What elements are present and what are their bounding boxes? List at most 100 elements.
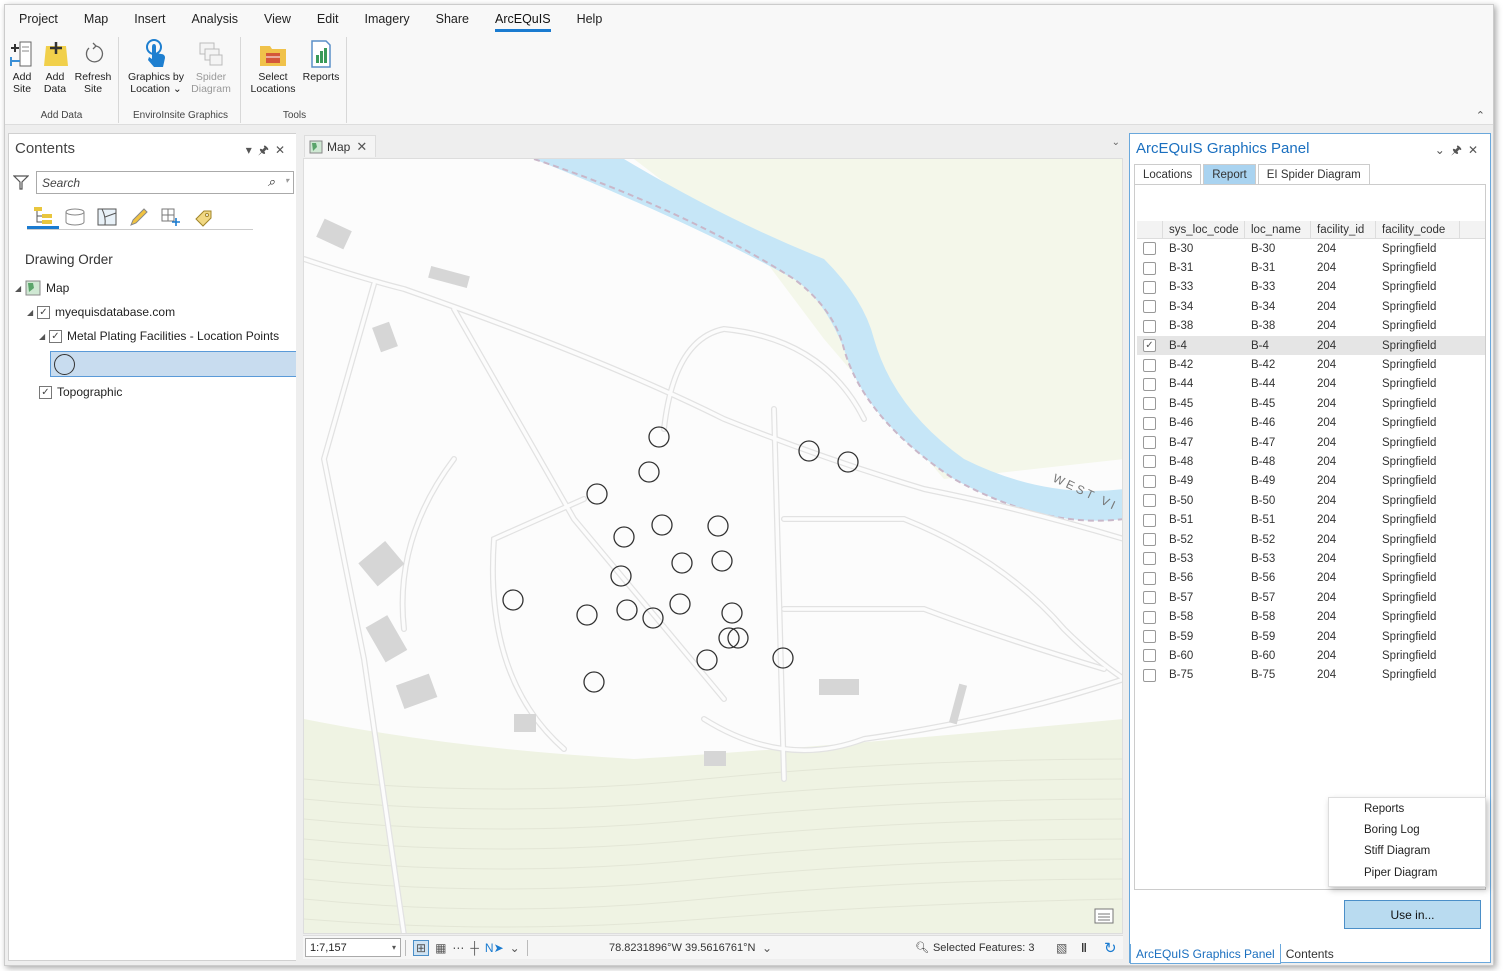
bottom-tab-contents[interactable]: Contents bbox=[1281, 944, 1339, 964]
zoom-to-selection-icon[interactable]: 🔍︎ bbox=[915, 941, 929, 954]
search-icon[interactable]: ⌕ bbox=[268, 174, 275, 190]
list-by-selection-tab[interactable] bbox=[91, 204, 123, 229]
row-checkbox[interactable] bbox=[1143, 416, 1156, 430]
menu-edit[interactable]: Edit bbox=[317, 8, 339, 30]
table-row[interactable]: B-46 B-46 204 Springfield bbox=[1137, 414, 1485, 433]
circle-symbol-icon[interactable] bbox=[54, 354, 75, 375]
search-options-chevron-icon[interactable]: ▾ bbox=[285, 176, 289, 185]
database-visibility-checkbox[interactable]: ✓ bbox=[37, 305, 50, 319]
tab-report[interactable]: Report bbox=[1203, 164, 1256, 184]
table-row[interactable]: B-50 B-50 204 Springfield bbox=[1137, 491, 1485, 510]
north-arrow-icon[interactable]: N➤ bbox=[485, 941, 504, 955]
table-row[interactable]: B-45 B-45 204 Springfield bbox=[1137, 394, 1485, 413]
tab-ei-spider-diagram[interactable]: EI Spider Diagram bbox=[1257, 164, 1370, 184]
map-view[interactable]: WEST VI bbox=[303, 158, 1123, 934]
menu-item-reports[interactable]: Reports bbox=[1329, 798, 1485, 819]
column-header[interactable]: loc_name bbox=[1245, 221, 1311, 238]
tab-locations[interactable]: Locations bbox=[1134, 164, 1202, 184]
layer-visibility-checkbox[interactable]: ✓ bbox=[49, 329, 62, 343]
map-tab[interactable]: Map ✕ bbox=[304, 135, 376, 157]
row-checkbox[interactable] bbox=[1143, 280, 1156, 294]
map-overview-icon[interactable] bbox=[1094, 908, 1114, 927]
menu-project[interactable]: Project bbox=[19, 8, 58, 30]
row-checkbox[interactable] bbox=[1143, 455, 1156, 469]
row-checkbox[interactable] bbox=[1143, 261, 1156, 275]
row-checkbox[interactable] bbox=[1143, 668, 1156, 682]
table-row[interactable]: B-31 B-31 204 Springfield bbox=[1137, 258, 1485, 277]
table-row[interactable]: B-58 B-58 204 Springfield bbox=[1137, 607, 1485, 626]
map-tabs-dropdown-icon[interactable]: ⌄ bbox=[1112, 137, 1120, 148]
layer-symbol-row[interactable] bbox=[50, 351, 298, 377]
tree-item-database[interactable]: ◢ ✓ myequisdatabase.com bbox=[27, 302, 175, 322]
row-checkbox[interactable] bbox=[1143, 610, 1156, 624]
pin-icon[interactable]: 🖈︎ bbox=[258, 143, 275, 157]
use-in-button[interactable]: Use in... bbox=[1344, 900, 1481, 929]
row-checkbox[interactable] bbox=[1143, 436, 1156, 450]
row-checkbox[interactable] bbox=[1143, 358, 1156, 372]
close-icon[interactable]: ✕ bbox=[1468, 143, 1484, 157]
expand-triangle-icon[interactable]: ◢ bbox=[15, 284, 25, 293]
menu-arcequis[interactable]: ArcEQuIS bbox=[494, 8, 551, 32]
pane-options-icon[interactable]: ▾ bbox=[246, 143, 258, 157]
close-map-tab-icon[interactable]: ✕ bbox=[356, 139, 367, 155]
graphics-by-location-button[interactable]: Graphics by Location ⌄ bbox=[127, 39, 185, 95]
crosshair-icon[interactable]: ┼ bbox=[470, 941, 479, 955]
snapping-icon[interactable]: ⋯ bbox=[452, 941, 464, 955]
table-row[interactable]: B-47 B-47 204 Springfield bbox=[1137, 433, 1485, 452]
table-row[interactable]: ✓ B-4 B-4 204 Springfield bbox=[1137, 335, 1485, 356]
table-row[interactable]: B-53 B-53 204 Springfield bbox=[1137, 549, 1485, 568]
table-row[interactable]: B-57 B-57 204 Springfield bbox=[1137, 588, 1485, 607]
spider-diagram-button[interactable]: Spider Diagram bbox=[189, 39, 233, 95]
table-row[interactable]: B-33 B-33 204 Springfield bbox=[1137, 278, 1485, 297]
menu-help[interactable]: Help bbox=[577, 8, 603, 30]
add-data-button[interactable]: Add Data bbox=[41, 39, 69, 95]
row-checkbox[interactable] bbox=[1143, 591, 1156, 605]
selected-features[interactable]: 🔍︎ Selected Features: 3 bbox=[915, 941, 1034, 955]
row-checkbox[interactable] bbox=[1143, 242, 1156, 256]
coordinates-dropdown-icon[interactable]: ⌄ bbox=[762, 941, 772, 955]
expand-triangle-icon[interactable]: ◢ bbox=[39, 332, 49, 341]
table-row[interactable]: B-48 B-48 204 Springfield bbox=[1137, 452, 1485, 471]
column-header[interactable]: sys_loc_code bbox=[1163, 221, 1245, 238]
table-row[interactable]: B-52 B-52 204 Springfield bbox=[1137, 530, 1485, 549]
list-by-drawing-order-tab[interactable] bbox=[27, 204, 59, 229]
tree-item-map[interactable]: ◢ Map bbox=[15, 278, 69, 298]
pin-icon[interactable]: 🖈︎ bbox=[1451, 143, 1468, 157]
collapse-ribbon-icon[interactable]: ⌃ bbox=[1476, 109, 1485, 122]
column-header[interactable]: facility_id bbox=[1311, 221, 1376, 238]
menu-analysis[interactable]: Analysis bbox=[192, 8, 239, 30]
table-row[interactable]: B-59 B-59 204 Springfield bbox=[1137, 627, 1485, 646]
grid-snap-icon[interactable]: ⊞ bbox=[413, 939, 430, 956]
menu-item-stiff-diagram[interactable]: Stiff Diagram bbox=[1329, 841, 1485, 862]
list-by-labeling-tab[interactable] bbox=[187, 204, 219, 229]
row-checkbox[interactable] bbox=[1143, 474, 1156, 488]
panel-options-icon[interactable]: ⌄ bbox=[1435, 143, 1451, 157]
filter-icon[interactable] bbox=[12, 174, 30, 193]
chevron-down-icon[interactable]: ▾ bbox=[392, 943, 396, 952]
row-checkbox[interactable] bbox=[1143, 319, 1156, 333]
menu-item-boring-log[interactable]: Boring Log bbox=[1329, 819, 1485, 840]
reports-button[interactable]: Reports bbox=[301, 39, 341, 83]
bottom-tab-graphics-panel[interactable]: ArcEQuIS Graphics Panel bbox=[1130, 944, 1281, 964]
table-row[interactable]: B-51 B-51 204 Springfield bbox=[1137, 510, 1485, 529]
table-row[interactable]: B-34 B-34 204 Springfield bbox=[1137, 297, 1485, 316]
table-row[interactable]: B-42 B-42 204 Springfield bbox=[1137, 355, 1485, 374]
row-checkbox[interactable] bbox=[1143, 533, 1156, 547]
menu-insert[interactable]: Insert bbox=[134, 8, 165, 30]
refresh-map-icon[interactable]: ↻ bbox=[1104, 939, 1117, 957]
row-checkbox[interactable] bbox=[1143, 513, 1156, 527]
clear-selection-icon[interactable]: ▧ bbox=[1056, 941, 1067, 955]
row-checkbox[interactable] bbox=[1143, 494, 1156, 508]
table-row[interactable]: B-60 B-60 204 Springfield bbox=[1137, 646, 1485, 665]
add-site-button[interactable]: Add Site bbox=[7, 39, 37, 95]
table-grid-icon[interactable]: ▦ bbox=[435, 941, 446, 955]
close-icon[interactable]: ✕ bbox=[275, 143, 291, 157]
list-by-snapping-tab[interactable] bbox=[155, 204, 187, 229]
menu-share[interactable]: Share bbox=[436, 8, 469, 30]
column-header[interactable]: facility_code bbox=[1376, 221, 1460, 238]
row-checkbox[interactable] bbox=[1143, 630, 1156, 643]
menu-view[interactable]: View bbox=[264, 8, 291, 30]
table-row[interactable]: B-44 B-44 204 Springfield bbox=[1137, 375, 1485, 394]
row-checkbox[interactable] bbox=[1143, 552, 1156, 566]
basemap-visibility-checkbox[interactable]: ✓ bbox=[39, 385, 52, 399]
